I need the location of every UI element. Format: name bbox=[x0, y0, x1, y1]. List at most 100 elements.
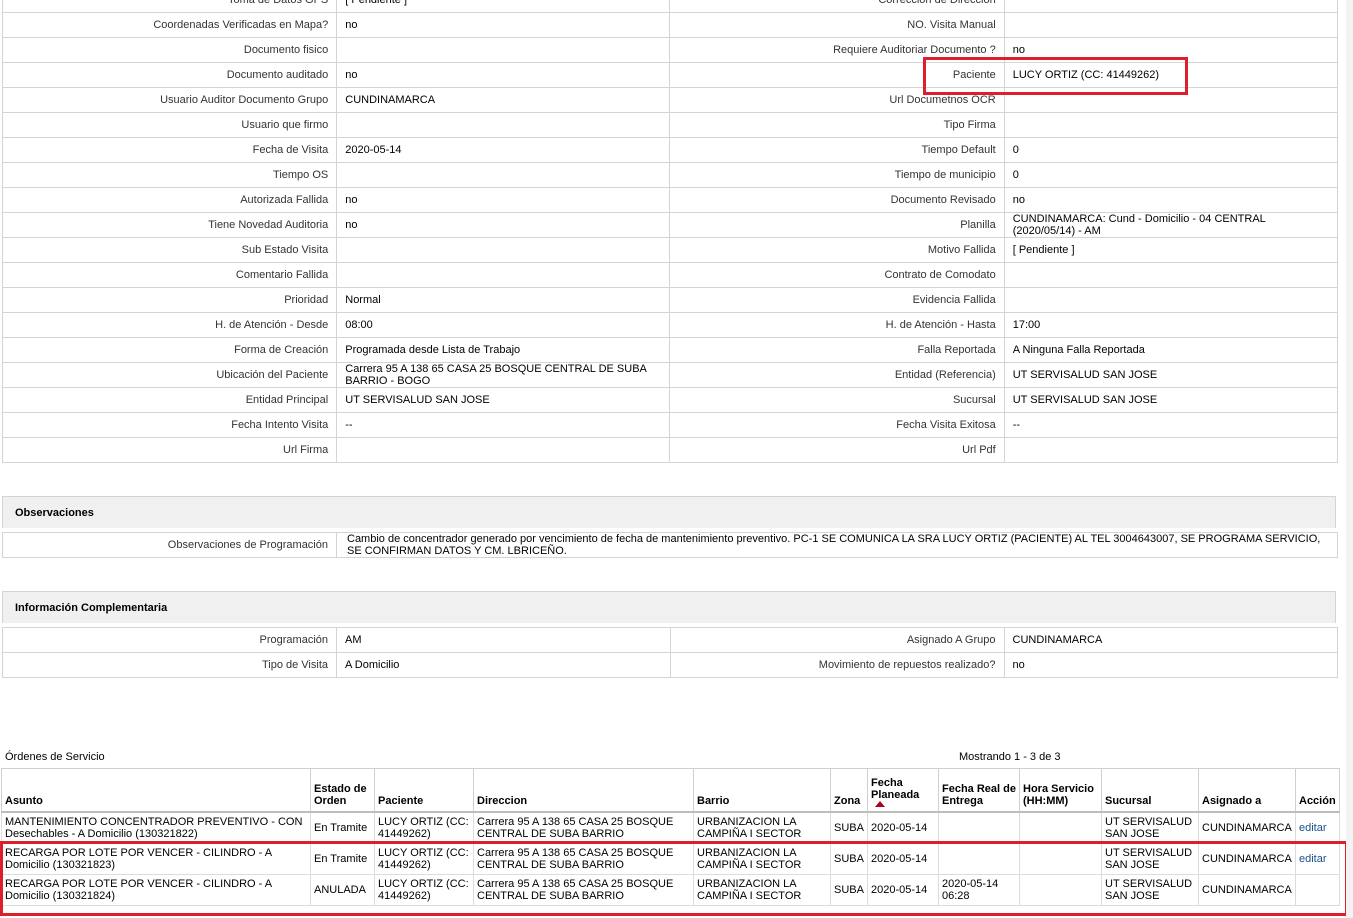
table-cell: ANULADA bbox=[310, 874, 375, 906]
field-value: 17:00 bbox=[1003, 312, 1339, 338]
column-header-label: Direccion bbox=[477, 795, 528, 807]
field-label: Forma de Creación bbox=[1, 337, 338, 363]
ordenes-table: Asunto Estado de Orden Paciente Direccion Ba… bbox=[1, 768, 1340, 906]
detail-row: Tiene Novedad Auditoria no Planilla CUNDINA… bbox=[1, 212, 1339, 238]
field-label: Paciente bbox=[669, 62, 1005, 88]
detail-row: Fecha Intento Visita -- Fecha Visita Exito… bbox=[1, 412, 1339, 438]
edit-link[interactable]: editar bbox=[1295, 843, 1340, 875]
field-value: no bbox=[1003, 652, 1338, 678]
table-cell: Carrera 95 A 138 65 CASA 25 BOSQUE CENTR… bbox=[473, 874, 694, 906]
table-row: RECARGA POR LOTE POR VENCER - CILINDRO -… bbox=[1, 843, 1340, 875]
column-header[interactable]: Zona bbox=[830, 768, 868, 813]
table-row: MANTENIMIENTO CONCENTRADOR PREVENTIVO - … bbox=[1, 811, 1340, 844]
column-header[interactable]: Barrio bbox=[693, 768, 831, 813]
complementaria-row: Programación AM Asignado A Grupo CUNDINA… bbox=[2, 627, 1338, 653]
field-label: Tiempo Default bbox=[669, 137, 1005, 163]
edit-link[interactable]: editar bbox=[1295, 811, 1340, 844]
column-header[interactable]: Acción bbox=[1295, 768, 1340, 813]
field-value: 0 bbox=[1003, 137, 1339, 163]
pagination-count: Mostrando 1 - 3 de 3 bbox=[959, 751, 1061, 763]
field-value: Carrera 95 A 138 65 CASA 25 BOSQUE CENTR… bbox=[336, 362, 671, 388]
table-cell: URBANIZACION LA CAMPIÑA I SECTOR bbox=[693, 811, 831, 844]
table-cell: SUBA bbox=[830, 874, 868, 906]
field-label: Falla Reportada bbox=[669, 337, 1005, 363]
field-value: [ Pendiente ] bbox=[336, 0, 671, 13]
field-label: Movimiento de repuestos realizado? bbox=[669, 652, 1005, 678]
field-label: Prioridad bbox=[1, 287, 338, 313]
column-header[interactable]: Paciente bbox=[374, 768, 474, 813]
field-value: 0 bbox=[1003, 162, 1339, 188]
table-cell: 2020-05-14 bbox=[867, 811, 939, 844]
field-value bbox=[1003, 12, 1339, 38]
table-cell: Carrera 95 A 138 65 CASA 25 BOSQUE CENTR… bbox=[473, 811, 694, 844]
table-row: RECARGA POR LOTE POR VENCER - CILINDRO -… bbox=[1, 874, 1340, 906]
field-label: Documento auditado bbox=[1, 62, 338, 88]
complementaria-table: Programación AM Asignado A Grupo CUNDINA… bbox=[2, 627, 1338, 678]
column-header[interactable]: Fecha Planeada bbox=[867, 768, 939, 813]
field-value: UT SERVISALUD SAN JOSE bbox=[1003, 362, 1339, 388]
field-label: Fecha Intento Visita bbox=[1, 412, 338, 438]
detail-row: Tiempo OS Tiempo de municipio 0 bbox=[1, 162, 1339, 188]
field-value bbox=[1003, 87, 1339, 113]
column-header[interactable]: Estado de Orden bbox=[310, 768, 375, 813]
field-label: Tiempo OS bbox=[1, 162, 338, 188]
column-header[interactable]: Sucursal bbox=[1101, 768, 1199, 813]
detail-row: Fecha de Visita 2020-05-14 Tiempo Default 0 bbox=[1, 137, 1339, 163]
field-value: no bbox=[336, 12, 671, 38]
column-header-label: Estado de Orden bbox=[314, 783, 367, 807]
detail-row: Comentario Fallida Contrato de Comodato bbox=[1, 262, 1339, 288]
column-header-label: Fecha Planeada bbox=[871, 777, 920, 801]
observaciones-header: Observaciones bbox=[2, 496, 1336, 528]
table-cell: RECARGA POR LOTE POR VENCER - CILINDRO -… bbox=[1, 843, 311, 875]
detail-row: Coordenadas Verificadas en Mapa? no NO. Vi… bbox=[1, 12, 1339, 38]
column-header-label: Barrio bbox=[697, 795, 730, 807]
table-cell: SUBA bbox=[830, 811, 868, 844]
table-cell: UT SERVISALUD SAN JOSE bbox=[1101, 874, 1199, 906]
field-label: Correccion de Direccion bbox=[669, 0, 1005, 13]
sort-ascending-icon[interactable] bbox=[875, 801, 885, 807]
detail-row: Forma de Creación Programada desde Lista … bbox=[1, 337, 1339, 363]
column-header-label: Asignado a bbox=[1202, 795, 1262, 807]
detail-row: Ubicación del Paciente Carrera 95 A 138 6… bbox=[1, 362, 1339, 388]
field-value: LUCY ORTIZ (CC: 41449262) bbox=[1003, 62, 1339, 88]
table-cell bbox=[938, 843, 1020, 875]
field-label: Toma de Datos GPS bbox=[1, 0, 338, 13]
field-value bbox=[336, 237, 671, 263]
column-header-label: Fecha Real de Entrega bbox=[942, 783, 1016, 807]
table-cell bbox=[1019, 811, 1102, 844]
field-value: no bbox=[336, 212, 671, 238]
detail-row: Toma de Datos GPS[ Pendiente ] Correccion… bbox=[1, 0, 1339, 13]
detail-row: Documento auditado no Paciente LUCY ORTIZ (… bbox=[1, 62, 1339, 88]
column-header[interactable]: Direccion bbox=[473, 768, 694, 813]
table-cell bbox=[1019, 874, 1102, 906]
observaciones-label: Observaciones de Programación bbox=[2, 532, 337, 558]
column-header[interactable]: Hora Servicio (HH:MM) bbox=[1019, 768, 1102, 813]
table-cell: 2020-05-14 06:28 bbox=[938, 874, 1020, 906]
field-label: Url Documetnos OCR bbox=[669, 87, 1005, 113]
edit-link bbox=[1295, 874, 1340, 906]
field-value bbox=[1003, 287, 1339, 313]
table-cell: MANTENIMIENTO CONCENTRADOR PREVENTIVO - … bbox=[1, 811, 311, 844]
field-label: Tipo Firma bbox=[669, 112, 1005, 138]
table-cell: CUNDINAMARCA bbox=[1198, 811, 1296, 844]
field-value bbox=[336, 112, 671, 138]
field-value: -- bbox=[336, 412, 671, 438]
field-label: Url Firma bbox=[1, 437, 338, 463]
field-label: H. de Atención - Hasta bbox=[669, 312, 1005, 338]
field-label: Tiene Novedad Auditoria bbox=[1, 212, 338, 238]
page-scrollbar[interactable] bbox=[1346, 0, 1353, 918]
table-cell bbox=[938, 811, 1020, 844]
column-header[interactable]: Asunto bbox=[1, 768, 311, 813]
column-header[interactable]: Asignado a bbox=[1198, 768, 1296, 813]
field-label: Asignado A Grupo bbox=[669, 627, 1005, 653]
table-cell: En Tramite bbox=[310, 843, 375, 875]
column-header[interactable]: Fecha Real de Entrega bbox=[938, 768, 1020, 813]
field-label: Requiere Auditoriar Documento ? bbox=[669, 37, 1005, 63]
field-label: Entidad (Referencia) bbox=[669, 362, 1005, 388]
field-label: Documento fisico bbox=[1, 37, 338, 63]
field-label: Autorizada Fallida bbox=[1, 187, 338, 213]
field-label: Usuario que firmo bbox=[1, 112, 338, 138]
column-header-label: Acción bbox=[1299, 795, 1336, 807]
table-cell bbox=[1019, 843, 1102, 875]
field-value: A Ninguna Falla Reportada bbox=[1003, 337, 1339, 363]
